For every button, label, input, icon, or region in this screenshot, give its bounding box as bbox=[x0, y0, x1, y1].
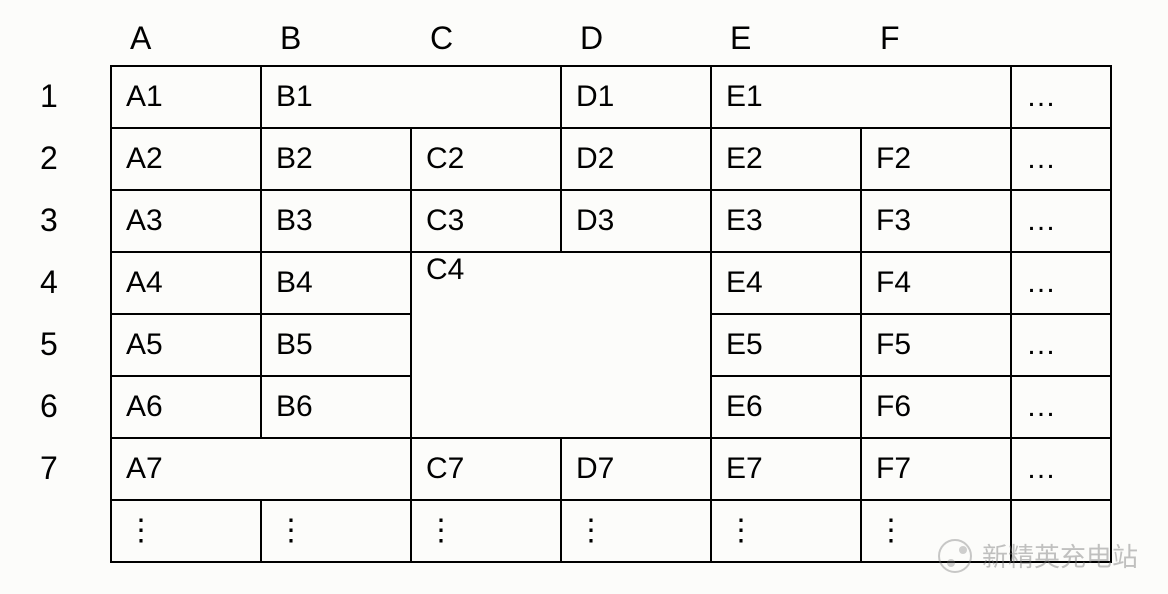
cell-E7: E7 bbox=[711, 438, 861, 500]
col-header-F: F bbox=[860, 20, 1010, 57]
table-row: A7 C7 D7 E7 F7 … bbox=[111, 438, 1111, 500]
cell-B5: B5 bbox=[261, 314, 411, 376]
col-header-D: D bbox=[560, 20, 710, 57]
cell-colC-more: ⋮ bbox=[411, 500, 561, 562]
cell-row5-more: … bbox=[1011, 314, 1111, 376]
cell-D7: D7 bbox=[561, 438, 711, 500]
col-header-E: E bbox=[710, 20, 860, 57]
cell-row7-more: … bbox=[1011, 438, 1111, 500]
cell-F2: F2 bbox=[861, 128, 1011, 190]
cell-row1-more: … bbox=[1011, 66, 1111, 128]
row-header-7: 7 bbox=[20, 437, 110, 499]
cell-A1: A1 bbox=[111, 66, 261, 128]
watermark: 新精英充电站 bbox=[938, 537, 1138, 574]
cell-colB-more: ⋮ bbox=[261, 500, 411, 562]
data-grid: A1 B1 D1 E1 … A2 B2 C2 D2 E2 F2 … A3 B3 … bbox=[110, 65, 1112, 563]
cell-colE-more: ⋮ bbox=[711, 500, 861, 562]
cell-D3: D3 bbox=[561, 190, 711, 252]
cell-F7: F7 bbox=[861, 438, 1011, 500]
cell-F3: F3 bbox=[861, 190, 1011, 252]
row-header-3: 3 bbox=[20, 189, 110, 251]
cell-E2: E2 bbox=[711, 128, 861, 190]
row-header-6: 6 bbox=[20, 375, 110, 437]
table-row: A4 B4 C4 E4 F4 … bbox=[111, 252, 1111, 314]
cell-row2-more: … bbox=[1011, 128, 1111, 190]
cell-row3-more: … bbox=[1011, 190, 1111, 252]
table-row: A3 B3 C3 D3 E3 F3 … bbox=[111, 190, 1111, 252]
table-row: A2 B2 C2 D2 E2 F2 … bbox=[111, 128, 1111, 190]
cell-B1: B1 bbox=[261, 66, 561, 128]
cell-A5: A5 bbox=[111, 314, 261, 376]
cell-A3: A3 bbox=[111, 190, 261, 252]
cell-C4: C4 bbox=[411, 252, 711, 438]
cell-A7: A7 bbox=[111, 438, 411, 500]
wechat-icon bbox=[938, 539, 972, 573]
row-header-4: 4 bbox=[20, 251, 110, 313]
cell-E5: E5 bbox=[711, 314, 861, 376]
cell-D1: D1 bbox=[561, 66, 711, 128]
cell-row4-more: … bbox=[1011, 252, 1111, 314]
row-headers-column: 1 2 3 4 5 6 7 bbox=[20, 65, 110, 563]
cell-D2: D2 bbox=[561, 128, 711, 190]
cell-E3: E3 bbox=[711, 190, 861, 252]
cell-E1: E1 bbox=[711, 66, 1011, 128]
col-header-A: A bbox=[110, 20, 260, 57]
col-header-B: B bbox=[260, 20, 410, 57]
row-header-5: 5 bbox=[20, 313, 110, 375]
cell-B3: B3 bbox=[261, 190, 411, 252]
row-header-2: 2 bbox=[20, 127, 110, 189]
cell-E6: E6 bbox=[711, 376, 861, 438]
cell-A6: A6 bbox=[111, 376, 261, 438]
cell-C3: C3 bbox=[411, 190, 561, 252]
col-header-C: C bbox=[410, 20, 560, 57]
cell-B4: B4 bbox=[261, 252, 411, 314]
cell-F6: F6 bbox=[861, 376, 1011, 438]
column-headers-row: A B C D E F bbox=[110, 20, 1112, 57]
row-header-1: 1 bbox=[20, 65, 110, 127]
cell-colA-more: ⋮ bbox=[111, 500, 261, 562]
cell-F5: F5 bbox=[861, 314, 1011, 376]
cell-row6-more: … bbox=[1011, 376, 1111, 438]
table-row: A1 B1 D1 E1 … bbox=[111, 66, 1111, 128]
cell-E4: E4 bbox=[711, 252, 861, 314]
cell-A2: A2 bbox=[111, 128, 261, 190]
cell-C2: C2 bbox=[411, 128, 561, 190]
cell-B2: B2 bbox=[261, 128, 411, 190]
cell-B6: B6 bbox=[261, 376, 411, 438]
watermark-text: 新精英充电站 bbox=[982, 537, 1138, 574]
cell-C7: C7 bbox=[411, 438, 561, 500]
cell-F4: F4 bbox=[861, 252, 1011, 314]
cell-colD-more: ⋮ bbox=[561, 500, 711, 562]
cell-A4: A4 bbox=[111, 252, 261, 314]
